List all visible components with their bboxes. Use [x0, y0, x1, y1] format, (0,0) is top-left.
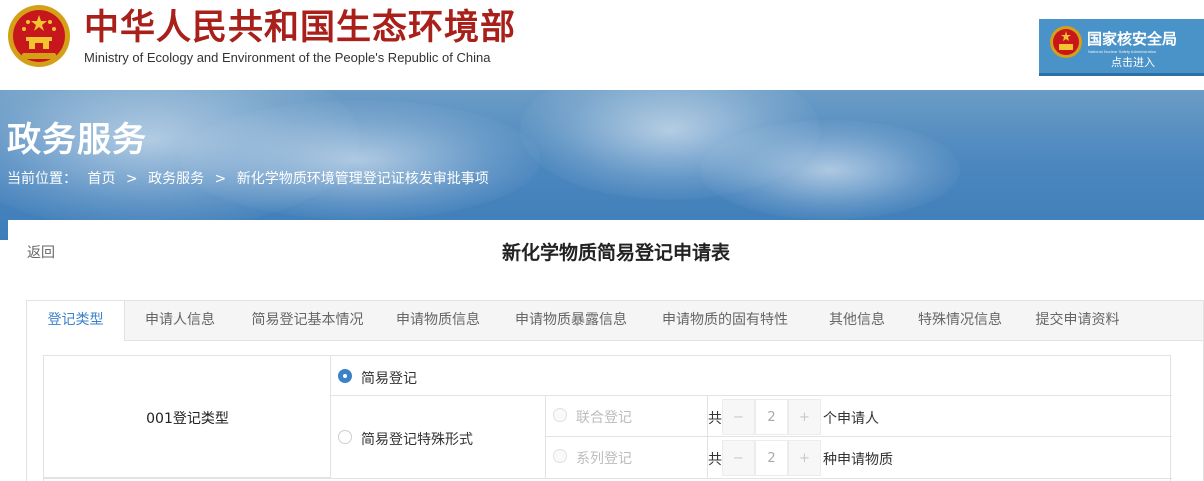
- breadcrumb-separator: >: [125, 171, 138, 187]
- banner-title: 政务服务: [7, 120, 147, 160]
- page-banner: 政务服务 当前位置： 首页 > 政务服务 > 新化学物质环境管理登记证核发审批事…: [0, 90, 1204, 240]
- tab-submit-materials[interactable]: 提交申请资料: [1010, 301, 1145, 340]
- national-emblem-icon: [8, 5, 70, 67]
- breadcrumb-services[interactable]: 政务服务: [148, 171, 204, 187]
- tab-registration-type[interactable]: 登记类型: [27, 301, 125, 341]
- breadcrumb-home[interactable]: 首页: [87, 171, 115, 187]
- series-substance-stepper[interactable]: − 2 +: [722, 440, 822, 476]
- joint-suffix: 个申请人: [823, 411, 879, 427]
- series-prefix: 共: [708, 452, 722, 468]
- tab-inherent-properties[interactable]: 申请物质的固有特性: [646, 301, 804, 340]
- series-count-value[interactable]: 2: [755, 440, 788, 476]
- field-label: 001登记类型: [146, 411, 229, 427]
- nnsa-emblem-icon: [1050, 26, 1082, 58]
- nnsa-link[interactable]: 国家核安全局 National Nuclear Safety Administr…: [1039, 19, 1204, 76]
- radio-special-form[interactable]: [338, 430, 352, 444]
- radio-simple-registration[interactable]: [338, 369, 352, 383]
- main-content: 返回 新化学物质简易登记申请表 登记类型 申请人信息 简易登记基本情况 申请物质…: [8, 220, 1204, 481]
- decrement-button[interactable]: −: [722, 440, 755, 476]
- tab-special-info[interactable]: 特殊情况信息: [910, 301, 1010, 340]
- increment-button[interactable]: +: [788, 440, 821, 476]
- form-title: 新化学物质简易登记申请表: [501, 242, 730, 264]
- registration-type-grid: 001登记类型 简易登记 简易登记特殊形式 联合登记 共 − 2 + 个申请人: [43, 355, 1172, 481]
- joint-prefix: 共: [708, 411, 722, 427]
- joint-applicant-stepper[interactable]: − 2 +: [722, 399, 822, 435]
- radio-special-label: 简易登记特殊形式: [361, 432, 473, 448]
- nnsa-title: 国家核安全局: [1087, 30, 1178, 48]
- decrement-button[interactable]: −: [722, 399, 755, 435]
- radio-joint-registration[interactable]: [553, 408, 567, 422]
- breadcrumb-current: 新化学物质环境管理登记证核发审批事项: [236, 171, 489, 187]
- site-subtitle: Ministry of Ecology and Environment of t…: [84, 50, 491, 65]
- form-tabs: 登记类型 申请人信息 简易登记基本情况 申请物质信息 申请物质暴露信息 申请物质…: [26, 300, 1204, 341]
- breadcrumb-prefix: 当前位置：: [7, 171, 77, 187]
- joint-registration-label: 联合登记: [576, 410, 632, 426]
- field-label-cell: 001登记类型: [44, 356, 331, 478]
- increment-button[interactable]: +: [788, 399, 821, 435]
- site-header: 中华人民共和国生态环境部 Ministry of Ecology and Env…: [0, 0, 1204, 90]
- tab-applicant-info[interactable]: 申请人信息: [125, 301, 235, 340]
- site-title: 中华人民共和国生态环境部: [84, 8, 517, 48]
- breadcrumb: 当前位置： 首页 > 政务服务 > 新化学物质环境管理登记证核发审批事项: [7, 168, 495, 188]
- tab-exposure-info[interactable]: 申请物质暴露信息: [496, 301, 646, 340]
- series-suffix: 种申请物质: [823, 452, 893, 468]
- radio-simple-label: 简易登记: [361, 371, 417, 387]
- form-panel: 001登记类型 简易登记 简易登记特殊形式 联合登记 共 − 2 + 个申请人: [26, 341, 1204, 481]
- tab-basic-info[interactable]: 简易登记基本情况: [235, 301, 380, 340]
- tab-other-info[interactable]: 其他信息: [804, 301, 910, 340]
- tab-substance-info[interactable]: 申请物质信息: [380, 301, 496, 340]
- series-registration-label: 系列登记: [576, 451, 632, 467]
- radio-series-registration[interactable]: [553, 449, 567, 463]
- nnsa-enter-label: 点击进入: [1111, 56, 1155, 69]
- breadcrumb-separator: >: [214, 171, 227, 187]
- joint-count-value[interactable]: 2: [755, 399, 788, 435]
